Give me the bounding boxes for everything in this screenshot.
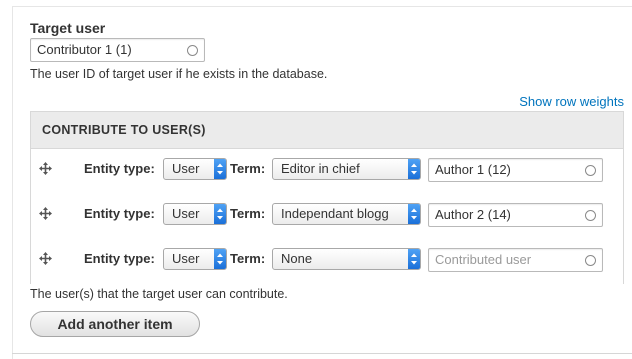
term-select[interactable]: Independant blogg	[272, 203, 421, 225]
drag-handle-icon[interactable]	[39, 252, 52, 265]
term-label: Term:	[230, 161, 266, 176]
select-arrows-icon	[214, 249, 226, 269]
add-another-item-button[interactable]: Add another item	[30, 311, 200, 337]
entity-type-select[interactable]: User	[163, 203, 227, 225]
table-row: Entity type: User Term: Editor in chief …	[31, 149, 623, 195]
contributed-user-input[interactable]: Author 1 (12)	[428, 158, 603, 182]
autocomplete-throbber-icon	[585, 165, 596, 176]
target-user-input[interactable]: Contributor 1 (1)	[30, 38, 205, 62]
autocomplete-throbber-icon	[585, 210, 596, 221]
term-value: Independant blogg	[281, 206, 389, 221]
select-arrows-icon	[408, 249, 420, 269]
show-row-weights-link[interactable]: Show row weights	[519, 94, 624, 109]
select-arrows-icon	[408, 204, 420, 224]
term-value: Editor in chief	[281, 161, 360, 176]
target-user-label: Target user	[30, 20, 106, 36]
target-user-value: Contributor 1 (1)	[37, 42, 132, 57]
contributed-user-input[interactable]: Author 2 (14)	[428, 203, 603, 227]
entity-type-select[interactable]: User	[163, 158, 227, 180]
contribute-help-text: The user(s) that the target user can con…	[30, 287, 288, 301]
entity-type-select[interactable]: User	[163, 248, 227, 270]
select-arrows-icon	[214, 159, 226, 179]
table-header: CONTRIBUTE TO USER(S)	[31, 112, 623, 149]
target-user-description: The user ID of target user if he exists …	[30, 67, 328, 81]
autocomplete-throbber-icon	[585, 255, 596, 266]
entity-type-label: Entity type:	[84, 161, 155, 176]
contributed-user-placeholder: Contributed user	[435, 252, 532, 267]
term-select[interactable]: Editor in chief	[272, 158, 421, 180]
drag-handle-icon[interactable]	[39, 207, 52, 220]
term-select[interactable]: None	[272, 248, 421, 270]
select-arrows-icon	[408, 159, 420, 179]
frame-left-border	[12, 6, 13, 359]
contributed-user-value: Author 1 (12)	[435, 162, 511, 177]
entity-type-label: Entity type:	[84, 206, 155, 221]
contribute-table: CONTRIBUTE TO USER(S) Entity type: User …	[30, 111, 624, 284]
frame-bottom-border	[12, 353, 632, 354]
frame-top-border	[12, 6, 632, 7]
contributed-user-input[interactable]: Contributed user	[428, 248, 603, 272]
table-row: Entity type: User Term: Independant blog…	[31, 194, 623, 240]
autocomplete-throbber-icon	[187, 45, 198, 56]
drag-handle-icon[interactable]	[39, 162, 52, 175]
term-value: None	[281, 251, 313, 266]
entity-type-label: Entity type:	[84, 251, 155, 266]
term-label: Term:	[230, 251, 266, 266]
table-row: Entity type: User Term: None Contributed…	[31, 239, 623, 284]
select-arrows-icon	[214, 204, 226, 224]
contributed-user-value: Author 2 (14)	[435, 207, 511, 222]
term-label: Term:	[230, 206, 266, 221]
